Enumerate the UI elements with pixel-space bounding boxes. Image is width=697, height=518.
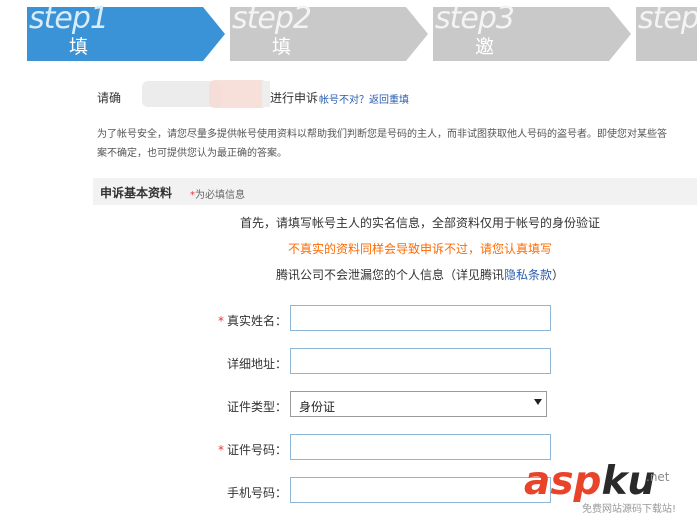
id-number-input[interactable]	[290, 434, 551, 460]
privacy-text-before: 腾讯公司不会泄漏您的个人信息（详见腾讯	[275, 268, 504, 282]
step-4-number: step4	[638, 1, 697, 36]
step-3-number: step3	[435, 1, 515, 36]
real-name-input[interactable]	[290, 305, 551, 331]
step-1-number: step1	[29, 1, 109, 36]
watermark-domain: .net	[646, 470, 670, 484]
id-number-label-text: 证件号码：	[226, 443, 287, 457]
step-1-title: 填写联系方式	[69, 36, 91, 62]
blurred-account-mask-2	[209, 80, 267, 108]
realname-instruction: 首先，请填写帐号主人的实名信息，全部资料仅用于帐号的身份验证	[239, 216, 600, 230]
mobile-label: 手机号码：	[226, 486, 287, 500]
wrong-account-return-link[interactable]: 帐号不对？返回重填	[319, 91, 409, 106]
watermark-brand-a: asp	[524, 459, 602, 504]
required-star: *	[217, 443, 224, 457]
blurred-account-mask-3	[262, 81, 270, 107]
id-type-selected-value: 身份证	[299, 400, 336, 414]
form-row-address: 详细地址：	[0, 348, 697, 378]
watermark-logo: aspku .net 免费网站源码下载站!	[522, 458, 697, 518]
id-type-select[interactable]: 身份证	[290, 391, 547, 417]
section-title: 申诉基本资料	[100, 186, 173, 200]
privacy-policy-link[interactable]: 隐私条款	[504, 268, 552, 282]
required-star: *	[217, 314, 224, 328]
real-name-label-text: 真实姓名：	[226, 314, 287, 328]
step-2-title: 填写申诉资料	[272, 36, 294, 62]
account-prefix: 请确	[97, 91, 122, 105]
form-row-real-name: * 真实姓名：	[0, 305, 697, 335]
security-notice: 为了帐号安全，请您尽量多提供帐号使用资料以帮助我们判断您是号码的主人，而非试图获…	[97, 129, 667, 159]
watermark-brand: aspku	[524, 462, 655, 502]
id-number-label: * 证件号码：	[218, 441, 287, 458]
section-header: 申诉基本资料 *为必填信息	[93, 178, 697, 205]
account-suffix: 进行申诉	[270, 91, 319, 105]
truthful-warning: 不真实的资料同样会导致申诉不过，请您认真填写	[287, 242, 552, 256]
required-note: *为必填信息	[190, 186, 245, 201]
address-input[interactable]	[290, 348, 551, 374]
form-row-id-type: 证件类型： 身份证	[0, 391, 697, 421]
step-progress-bar: step1 填写联系方式 step2 填写申诉资料 step3 邀请好友辅助 s…	[0, 0, 697, 62]
privacy-statement: 腾讯公司不会泄漏您的个人信息（详见腾讯隐私条款）	[0, 266, 697, 283]
address-label: 详细地址：	[226, 357, 287, 371]
id-type-label: 证件类型：	[226, 400, 287, 414]
dropdown-arrow-icon	[534, 399, 542, 405]
watermark-subtitle: 免费网站源码下载站!	[582, 504, 677, 515]
required-note-text: 为必填信息	[195, 190, 245, 201]
step-2-number: step2	[232, 1, 312, 36]
real-name-label: * 真实姓名：	[218, 312, 287, 329]
privacy-text-after: ）	[552, 268, 565, 282]
mobile-input[interactable]	[290, 477, 551, 503]
step-3-title: 邀请好友辅助	[475, 36, 497, 62]
